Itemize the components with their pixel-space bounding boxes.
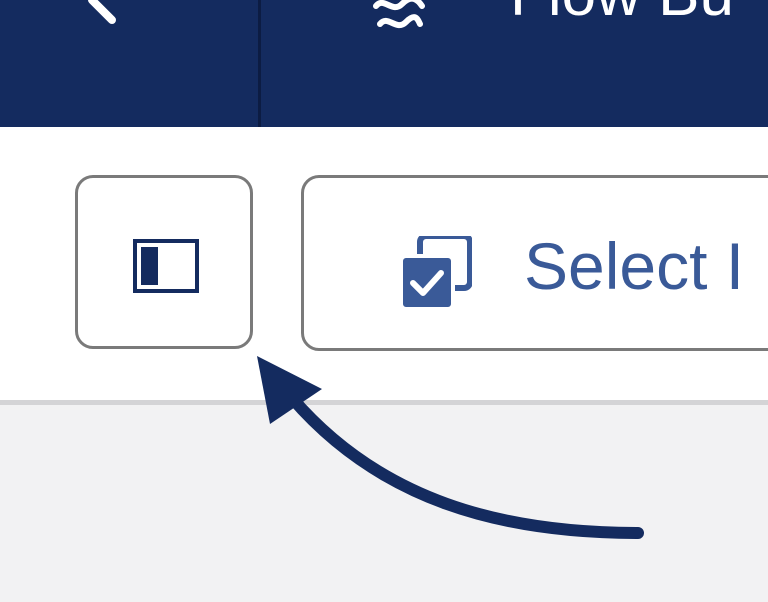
select-button-label: Select I: [524, 229, 745, 303]
app-header: Flow Bu: [0, 0, 768, 127]
flow-logo-icon: [373, 0, 425, 29]
page-title: Flow Bu: [510, 0, 734, 30]
back-button[interactable]: [0, 0, 258, 127]
annotation-arrow-shaft: [286, 392, 644, 539]
toggle-panel-button[interactable]: [75, 175, 253, 349]
multi-select-checkbox-icon: [400, 236, 472, 310]
chevron-left-icon: [88, 0, 116, 24]
app-page: Flow Bu Select I: [0, 0, 768, 602]
sidebar-panel-icon: [133, 239, 199, 293]
toolbar-divider: [0, 400, 768, 405]
select-items-button[interactable]: Select I: [301, 175, 768, 351]
header-divider: [258, 0, 261, 127]
